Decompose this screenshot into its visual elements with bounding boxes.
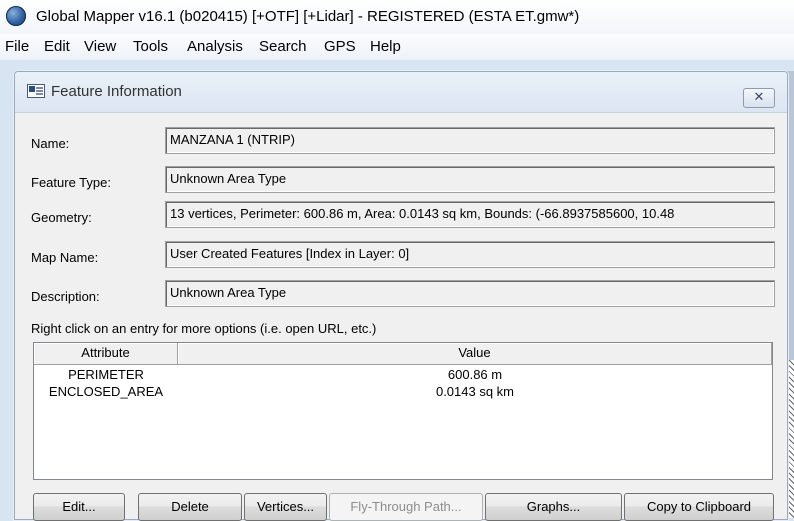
menu-tools[interactable]: Tools (133, 38, 168, 55)
menu-search[interactable]: Search (259, 38, 307, 55)
menu-help[interactable]: Help (370, 38, 401, 55)
attribute-cell: PERIMETER (68, 367, 144, 382)
table-row[interactable]: ENCLOSED_AREA 0.0143 sq km (34, 384, 772, 401)
right-click-hint: Right click on an entry for more options… (31, 321, 377, 336)
menu-edit[interactable]: Edit (44, 38, 70, 55)
attribute-column-header[interactable]: Attribute (34, 343, 178, 364)
attribute-cell: ENCLOSED_AREA (48, 384, 164, 399)
feature-type-label: Feature Type: (31, 175, 111, 190)
value-cell: 600.86 m (447, 367, 503, 382)
map-name-field[interactable]: User Created Features [Index in Layer: 0… (165, 241, 775, 268)
copy-to-clipboard-button[interactable]: Copy to Clipboard (624, 493, 774, 521)
description-field[interactable]: Unknown Area Type (165, 280, 775, 307)
app-title-bar: Global Mapper v16.1 (b020415) [+OTF] [+L… (0, 0, 794, 34)
menu-analysis[interactable]: Analysis (187, 38, 243, 55)
map-name-label: Map Name: (31, 250, 99, 265)
dialog-body: Name: MANZANA 1 (NTRIP) Feature Type: Un… (15, 113, 787, 521)
graphs-button[interactable]: Graphs... (485, 493, 622, 521)
value-column-header[interactable]: Value (178, 343, 772, 364)
table-row[interactable]: PERIMETER 600.86 m (34, 367, 772, 384)
map-hatch-pattern (788, 360, 794, 518)
menu-file[interactable]: File (5, 38, 29, 55)
feature-information-dialog: Feature Information ✕ Name: MANZANA 1 (N… (14, 71, 788, 521)
menu-view[interactable]: View (84, 38, 116, 55)
globe-icon (6, 6, 26, 26)
edit-button[interactable]: Edit... (33, 493, 125, 521)
name-field[interactable]: MANZANA 1 (NTRIP) (165, 127, 775, 154)
close-icon: ✕ (753, 89, 765, 104)
menu-gps[interactable]: GPS (324, 38, 356, 55)
attribute-list[interactable]: Attribute Value PERIMETER 600.86 m ENCLO… (33, 342, 773, 480)
close-button[interactable]: ✕ (743, 88, 775, 108)
list-header: Attribute Value (34, 343, 772, 365)
dialog-title-bar[interactable]: Feature Information ✕ (15, 72, 787, 113)
dialog-title: Feature Information (51, 83, 182, 100)
fly-through-path-button[interactable]: Fly-Through Path... (329, 493, 483, 521)
window-title: Global Mapper v16.1 (b020415) [+OTF] [+L… (36, 8, 580, 25)
delete-button[interactable]: Delete (138, 493, 242, 521)
geometry-field[interactable]: 13 vertices, Perimeter: 600.86 m, Area: … (165, 201, 775, 228)
description-label: Description: (31, 289, 100, 304)
geometry-label: Geometry: (31, 210, 92, 225)
feature-type-field[interactable]: Unknown Area Type (165, 166, 775, 193)
menu-bar: File Edit View Tools Analysis Search GPS… (0, 34, 794, 60)
vertices-button[interactable]: Vertices... (244, 493, 327, 521)
value-cell: 0.0143 sq km (435, 384, 515, 399)
name-label: Name: (31, 136, 70, 151)
window-icon (27, 84, 45, 98)
